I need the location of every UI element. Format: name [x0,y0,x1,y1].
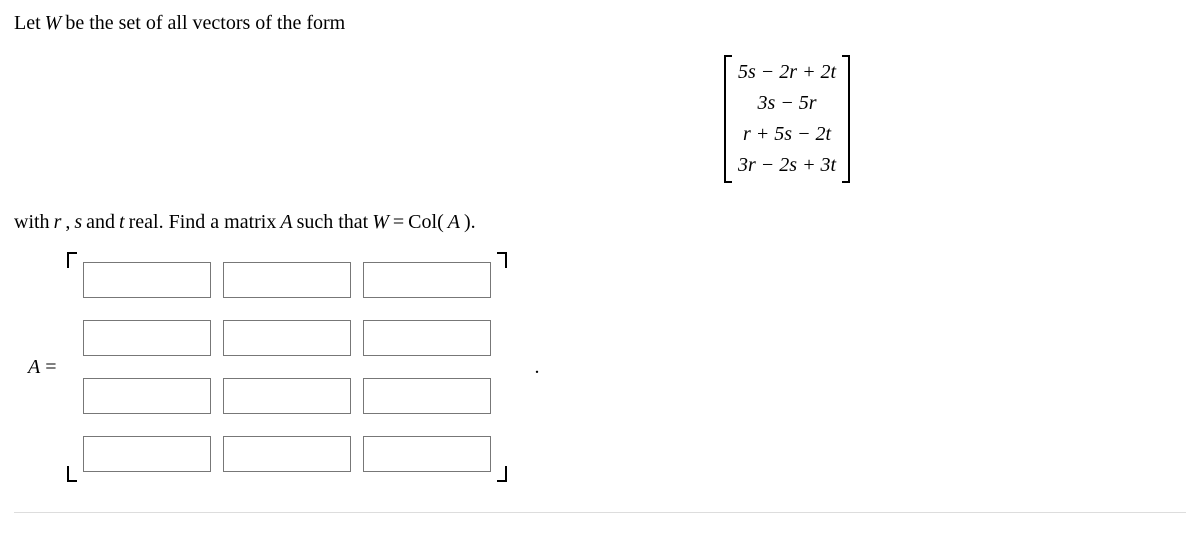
var-s: s [74,211,82,234]
matrix-cell-1-2[interactable] [223,262,351,298]
question-intro: Let W be the set of all vectors of the f… [14,12,1186,35]
follow-eq: = [393,211,404,234]
matrix-cell-4-2[interactable] [223,436,351,472]
set-variable-w: W [45,12,62,35]
matrix-cell-1-3[interactable] [363,262,491,298]
var-a: A [280,211,292,234]
answer-a: A [28,356,40,378]
vector-display: 5s − 2r + 2t 3s − 5r r + 5s − 2t 3r − 2s… [724,55,1186,183]
vector-column: 5s − 2r + 2t 3s − 5r r + 5s − 2t 3r − 2s… [732,55,842,183]
var-a-2: A [448,211,460,234]
answer-area: A = . [28,252,1186,482]
var-r: r [54,211,62,234]
var-w-2: W [372,211,389,234]
matrix-cell-4-3[interactable] [363,436,491,472]
bracket-right [842,55,850,183]
matrix-bracket-left [67,252,77,482]
vector-row-4: 3r − 2s + 3t [732,150,842,181]
follow-col: Col( [408,211,444,234]
matrix-cell-3-1[interactable] [83,378,211,414]
follow-comma: , [65,211,70,234]
matrix-input-bracketed [67,252,507,482]
matrix-bracket-right [497,252,507,482]
matrix-cell-4-1[interactable] [83,436,211,472]
follow-and: and [86,211,115,234]
trailing-period: . [535,356,540,379]
follow-mid2: such that [297,211,369,234]
follow-close: ). [464,211,476,234]
question-follow: with r , s and t real. Find a matrix A s… [14,211,1186,234]
intro-rest: be the set of all vectors of the form [65,12,345,35]
var-t: t [119,211,125,234]
bracket-left [724,55,732,183]
answer-eq: = [45,356,56,378]
follow-prefix: with [14,211,50,234]
answer-label: A = [28,356,57,379]
matrix-cell-2-1[interactable] [83,320,211,356]
matrix-cell-2-3[interactable] [363,320,491,356]
intro-prefix: Let [14,12,41,35]
vector-row-1: 5s − 2r + 2t [732,57,842,88]
vector-row-3: r + 5s − 2t [737,119,837,150]
matrix-cell-1-1[interactable] [83,262,211,298]
divider [14,512,1186,513]
matrix-grid [77,252,497,482]
follow-mid: real. Find a matrix [129,211,277,234]
vector-row-2: 3s − 5r [752,88,823,119]
matrix-cell-3-2[interactable] [223,378,351,414]
matrix-cell-2-2[interactable] [223,320,351,356]
matrix-cell-3-3[interactable] [363,378,491,414]
